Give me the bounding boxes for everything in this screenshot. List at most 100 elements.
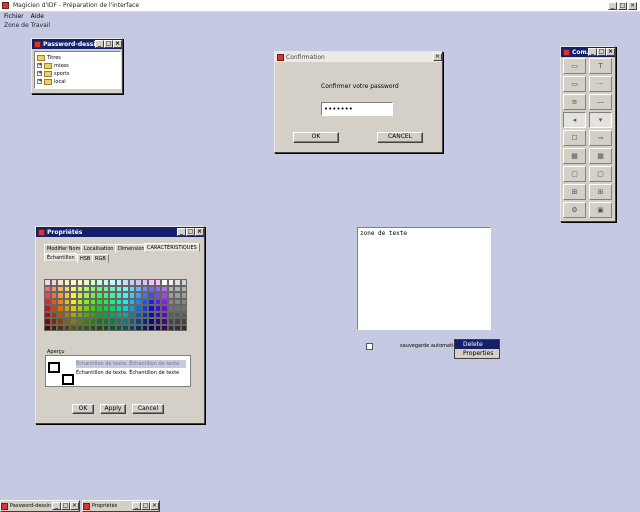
minimize-icon[interactable]: _ bbox=[608, 2, 617, 10]
context-menu: Delete Properties bbox=[454, 339, 500, 359]
window-icon bbox=[1, 502, 8, 510]
preview-swatch bbox=[48, 362, 60, 373]
sample-text-1: Échantillon de texte. Échantillon de tex… bbox=[76, 360, 186, 368]
close-icon[interactable]: × bbox=[628, 2, 637, 10]
color-palette bbox=[44, 279, 187, 331]
toolbox-titlebar[interactable]: Com... _ □ × bbox=[561, 47, 615, 57]
panel-icon[interactable]: ▢ bbox=[589, 166, 612, 182]
dotted-line-icon[interactable]: ··· bbox=[589, 76, 612, 92]
app-titlebar: Magicien d'IDF - Préparation de l'interf… bbox=[0, 0, 640, 12]
menu-aide[interactable]: Aide bbox=[31, 12, 44, 22]
close-icon[interactable]: × bbox=[70, 502, 79, 510]
tree-root[interactable]: Titres bbox=[37, 54, 61, 61]
toolbox-title: Com... bbox=[572, 48, 588, 56]
tab-localisation[interactable]: Localisation bbox=[81, 244, 117, 253]
panel-icon[interactable]: ▢ bbox=[563, 166, 586, 182]
window-icon bbox=[38, 228, 45, 236]
folder-icon bbox=[44, 70, 52, 77]
image-icon[interactable]: ▣ bbox=[589, 202, 612, 218]
tree-item[interactable]: + local bbox=[37, 78, 66, 85]
tree-view[interactable]: Titres + mixes + sports + local bbox=[34, 51, 121, 89]
close-icon[interactable]: × bbox=[433, 53, 442, 61]
app-title: Magicien d'IDF - Préparation de l'interf… bbox=[13, 2, 140, 9]
ok-button[interactable]: OK bbox=[293, 132, 339, 143]
ok-button[interactable]: OK bbox=[72, 404, 94, 414]
menubar: Fichier Aide bbox=[0, 12, 640, 22]
grid-icon[interactable]: ▦ bbox=[563, 148, 586, 164]
color-swatch[interactable] bbox=[180, 324, 187, 331]
confirm-dialog-titlebar[interactable]: Confirmation × bbox=[275, 52, 442, 62]
tab-dimension[interactable]: Dimension bbox=[115, 244, 148, 253]
minimize-icon[interactable]: _ bbox=[588, 48, 597, 56]
expand-icon[interactable]: + bbox=[37, 71, 42, 76]
slider-icon[interactable]: ⊸ bbox=[589, 130, 612, 146]
minimize-icon[interactable]: _ bbox=[177, 228, 186, 236]
menu-properties[interactable]: Properties bbox=[455, 349, 499, 358]
subtab-echantillon[interactable]: Échantillon bbox=[44, 253, 78, 262]
checkbox-icon[interactable]: ☐ bbox=[563, 130, 586, 146]
confirm-dialog-title: Confirmation bbox=[286, 53, 325, 61]
maximize-icon[interactable]: □ bbox=[186, 228, 195, 236]
minimize-icon[interactable]: _ bbox=[132, 502, 141, 510]
text-area[interactable]: zone de texte bbox=[357, 227, 491, 330]
folder-icon bbox=[44, 78, 52, 85]
password-field[interactable]: ••••••• bbox=[321, 102, 393, 116]
subtab-hsb[interactable]: HSB bbox=[77, 254, 94, 263]
zone-label: Zone de Travail bbox=[4, 22, 51, 29]
tab-caracteristiques[interactable]: CARACTÉRISTIQUES bbox=[144, 243, 200, 252]
window-icon bbox=[34, 40, 41, 48]
radio-down-icon[interactable]: ▾ bbox=[589, 112, 612, 128]
confirm-dialog: Confirmation × Confirmer votre password … bbox=[274, 51, 443, 153]
minimize-icon[interactable]: _ bbox=[52, 502, 61, 510]
close-icon[interactable]: × bbox=[606, 48, 615, 56]
subtab-rgb[interactable]: RGB bbox=[92, 254, 109, 263]
preview-swatch bbox=[62, 374, 74, 385]
cancel-button[interactable]: Cancel bbox=[132, 404, 164, 414]
maximize-icon[interactable]: □ bbox=[597, 48, 606, 56]
tab-modifier-nom[interactable]: Modifier Nom bbox=[44, 244, 84, 253]
properties-titlebar[interactable]: Propriétés _ □ × bbox=[36, 227, 204, 237]
close-icon[interactable]: × bbox=[150, 502, 159, 510]
tree-item[interactable]: + sports bbox=[37, 70, 69, 77]
tree-item[interactable]: + mixes bbox=[37, 62, 69, 69]
auto-save-checkbox[interactable] bbox=[366, 343, 373, 350]
properties-title: Propriétés bbox=[47, 228, 83, 236]
minimize-icon[interactable]: _ bbox=[95, 40, 104, 48]
confirm-prompt: Confirmer votre password bbox=[321, 83, 399, 90]
toolbox-window: Com... _ □ × ▭T▭···≡—◂▾☐⊸▦▦▢▢⊞⊞⚙▣ bbox=[560, 46, 616, 222]
folder-icon bbox=[44, 62, 52, 69]
textfield-icon[interactable]: ▭ bbox=[563, 76, 586, 92]
maximize-icon[interactable]: □ bbox=[141, 502, 150, 510]
settings-icon[interactable]: ⚙ bbox=[563, 202, 586, 218]
password-window-title: Password-dessin... bbox=[43, 40, 95, 48]
label-icon[interactable]: T bbox=[589, 58, 612, 74]
tree-icon[interactable]: ⊞ bbox=[563, 184, 586, 200]
cancel-button[interactable]: CANCEL bbox=[377, 132, 423, 143]
subtab-strip: Échantillon HSB RGB bbox=[44, 253, 194, 264]
password-window-titlebar[interactable]: Password-dessin... _ □ × bbox=[32, 39, 122, 49]
close-icon[interactable]: × bbox=[113, 40, 122, 48]
minimized-window-password[interactable]: Password-dessin _ □ × bbox=[0, 500, 80, 512]
separator-icon[interactable]: — bbox=[589, 94, 612, 110]
expand-icon[interactable]: + bbox=[37, 63, 42, 68]
apply-button[interactable]: Apply bbox=[100, 404, 126, 414]
tree-icon[interactable]: ⊞ bbox=[589, 184, 612, 200]
menu-delete[interactable]: Delete bbox=[455, 340, 499, 349]
sample-text-2: Échantillon de texte. Échantillon de tex… bbox=[76, 370, 180, 376]
expand-icon[interactable]: + bbox=[37, 79, 42, 84]
radio-left-icon[interactable]: ◂ bbox=[563, 112, 586, 128]
maximize-icon[interactable]: □ bbox=[104, 40, 113, 48]
menu-fichier[interactable]: Fichier bbox=[4, 12, 24, 22]
apercu-panel: Échantillon de texte. Échantillon de tex… bbox=[45, 355, 191, 387]
grid-icon[interactable]: ▦ bbox=[589, 148, 612, 164]
minimized-window-properties[interactable]: Propriétés _ □ × bbox=[82, 500, 160, 512]
window-icon bbox=[563, 48, 570, 56]
folder-icon bbox=[37, 54, 45, 61]
close-icon[interactable]: × bbox=[195, 228, 204, 236]
maximize-icon[interactable]: □ bbox=[618, 2, 627, 10]
maximize-icon[interactable]: □ bbox=[61, 502, 70, 510]
password-window: Password-dessin... _ □ × Titres + mixes … bbox=[31, 38, 123, 94]
button-icon[interactable]: ▭ bbox=[563, 58, 586, 74]
app-icon bbox=[2, 2, 9, 9]
list-icon[interactable]: ≡ bbox=[563, 94, 586, 110]
